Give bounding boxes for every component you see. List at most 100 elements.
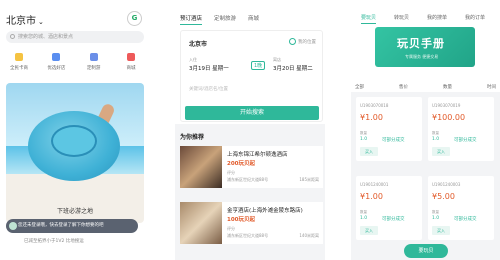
category-item[interactable]: 商城 <box>116 53 146 71</box>
hero-title: 玩贝手册 <box>397 37 445 50</box>
tab-custom-travel[interactable]: 定制旅游 <box>214 14 236 25</box>
filter-all[interactable]: 全部 <box>355 84 364 90</box>
quantity-label: 数量 <box>360 210 367 214</box>
tab-transfer[interactable]: 转玩贝 <box>394 14 409 24</box>
checkin-date[interactable]: 3月19日 星期一 <box>189 64 229 72</box>
nights-badge: 1晚 <box>251 61 266 70</box>
buy-wanbei-fab[interactable]: 要玩贝 <box>404 244 448 258</box>
tab-my-search[interactable]: 我的搜单 <box>427 14 447 24</box>
partial-deal-label: 可部分成交 <box>454 217 477 222</box>
shop-icon <box>52 53 61 61</box>
booking-card: 北京市 我的位置 入住 3月19日 星期一 1晚 离店 3月20日 星期二 关键… <box>180 30 323 122</box>
ticket-price: ¥1.00 <box>360 113 383 122</box>
ticket-card[interactable]: U1903070018 ¥1.00 数量 1.0 可部分成交 买入 <box>356 97 422 161</box>
hotel-image <box>180 202 222 244</box>
hero-banner[interactable]: 玩贝手册 专属服务 便捷交易 <box>375 27 475 67</box>
location-icon <box>289 38 296 45</box>
travel-icon <box>89 53 98 61</box>
ticket-id: U1901240003 <box>432 182 461 187</box>
category-label: 全民卡商 <box>10 66 28 71</box>
location-label: 我的位置 <box>298 40 316 45</box>
buy-button[interactable]: 买入 <box>432 147 450 156</box>
hotel-name: 金亨酒店(上海外滩金陵东路店) <box>227 208 303 214</box>
ticket-id: U1903070019 <box>432 103 461 108</box>
hero-subtitle: 专属服务 便捷交易 <box>405 54 439 59</box>
city-field[interactable]: 北京市 <box>189 39 207 48</box>
search-icon <box>10 34 15 39</box>
hotel-list-item[interactable]: 上海东锦江希尔顿逸酒店 200玩贝起 评分 浦东新区世纪大道88号 185米距离 <box>180 146 323 188</box>
home-screen: 北京市 ⌄ G 搜索您的城、酒店和景点 全民卡商 优选好店 定制游 商城 下班必游… <box>0 0 148 260</box>
chevron-down-icon: ⌄ <box>38 18 44 26</box>
quantity-value: 1.0 <box>360 216 368 221</box>
quantity-label: 数量 <box>432 210 439 214</box>
city-label: 北京市 <box>6 16 36 27</box>
toast-text: 您还未登录哦，快去登录了解下你想要的吧 <box>18 223 104 228</box>
search-button[interactable]: 开始搜索 <box>185 106 319 120</box>
tab-my-orders[interactable]: 我的订单 <box>465 14 485 24</box>
quantity-value: 1.0 <box>432 137 440 142</box>
hotel-distance: 185米距离 <box>299 177 319 182</box>
banner-sand <box>6 174 144 223</box>
search-input[interactable]: 搜索您的城、酒店和景点 <box>6 31 144 43</box>
quantity-value: 1.0 <box>360 137 368 142</box>
hotel-tag: 评分 <box>227 170 235 175</box>
login-toast[interactable]: 您还未登录哦，快去登录了解下你想要的吧 <box>6 219 138 233</box>
tab-bar: 要玩贝 转玩贝 我的搜单 我的订单 <box>361 14 485 24</box>
footer-text: 已减至拓界小于1V2 比地搜运 <box>24 239 84 244</box>
ticket-id: U1901240001 <box>360 182 389 187</box>
category-item[interactable]: 优选好店 <box>41 53 71 71</box>
category-item[interactable]: 全民卡商 <box>4 53 34 71</box>
banner-caption: 下班必游之地 <box>56 208 93 215</box>
category-row: 全民卡商 优选好店 定制游 商城 <box>4 53 146 71</box>
category-item[interactable]: 定制游 <box>79 53 109 71</box>
market-screen: 要玩贝 转玩贝 我的搜单 我的订单 玩贝手册 专属服务 便捷交易 全部 售价 数… <box>351 0 500 260</box>
category-label: 优选好店 <box>47 66 66 71</box>
ticket-card[interactable]: U1903070019 ¥100.00 数量 1.0 可部分成交 买入 <box>428 97 494 161</box>
tab-hotel[interactable]: 预订酒店 <box>180 14 203 25</box>
buy-button[interactable]: 买入 <box>360 226 378 235</box>
partial-deal-label: 可部分成交 <box>454 138 477 143</box>
avatar-icon <box>9 222 17 230</box>
banner-hat-crown <box>51 125 97 157</box>
checkin-label: 入住 <box>189 57 197 62</box>
tab-mall[interactable]: 商城 <box>248 14 259 25</box>
ticket-price: ¥100.00 <box>432 113 466 122</box>
buy-button[interactable]: 买入 <box>432 226 450 235</box>
tab-bar: 预订酒店 定制旅游 商城 <box>180 14 259 25</box>
hotel-address: 浦东新区世纪大道88号 <box>227 177 269 182</box>
promo-banner[interactable] <box>6 83 144 223</box>
ticket-card[interactable]: U1901240003 ¥5.00 数量 1.0 可部分成交 买入 <box>428 176 494 240</box>
filter-price[interactable]: 售价 <box>399 84 408 90</box>
city-selector[interactable]: 北京市 ⌄ <box>6 12 44 27</box>
partial-deal-label: 可部分成交 <box>382 138 405 143</box>
hotel-address: 浦东新区世纪大道88号 <box>227 233 269 238</box>
hotel-price: 100玩贝起 <box>227 217 255 223</box>
tab-buy[interactable]: 要玩贝 <box>361 14 377 24</box>
mall-icon <box>126 53 135 61</box>
ticket-price: ¥5.00 <box>432 192 455 201</box>
category-label: 商城 <box>126 66 136 71</box>
my-location-button[interactable]: 我的位置 <box>289 38 316 45</box>
partial-deal-label: 可部分成交 <box>382 217 405 222</box>
ticket-price: ¥1.00 <box>360 192 383 201</box>
checkout-label: 离店 <box>273 57 281 62</box>
quantity-value: 1.0 <box>432 216 440 221</box>
checkout-date[interactable]: 3月20日 星期二 <box>273 64 313 72</box>
hotel-price: 200玩贝起 <box>227 161 255 167</box>
app-logo[interactable]: G <box>127 11 142 26</box>
filter-time[interactable]: 时间 <box>487 84 496 90</box>
hotel-name: 上海东锦江希尔顿逸酒店 <box>227 152 288 158</box>
hotel-tag: 评分 <box>227 226 235 231</box>
filter-quantity[interactable]: 数量 <box>443 84 452 90</box>
search-placeholder: 搜索您的城、酒店和景点 <box>18 34 74 40</box>
filter-bar: 全部 售价 数量 时间 <box>355 84 496 90</box>
recommend-title: 为你推荐 <box>180 134 205 141</box>
hotel-distance: 140米距离 <box>299 233 319 238</box>
hotel-screen: 预订酒店 定制旅游 商城 北京市 我的位置 入住 3月19日 星期一 1晚 离店… <box>175 0 325 260</box>
hotel-list-item[interactable]: 金亨酒店(上海外滩金陵东路店) 100玩贝起 评分 浦东新区世纪大道88号 14… <box>180 202 323 244</box>
quantity-label: 数量 <box>360 131 367 135</box>
quantity-label: 数量 <box>432 131 439 135</box>
buy-button[interactable]: 买入 <box>360 147 378 156</box>
keyword-input[interactable]: 关键词/酒店名/位置 <box>189 86 228 92</box>
ticket-card[interactable]: U1901240001 ¥1.00 数量 1.0 可部分成交 买入 <box>356 176 422 240</box>
